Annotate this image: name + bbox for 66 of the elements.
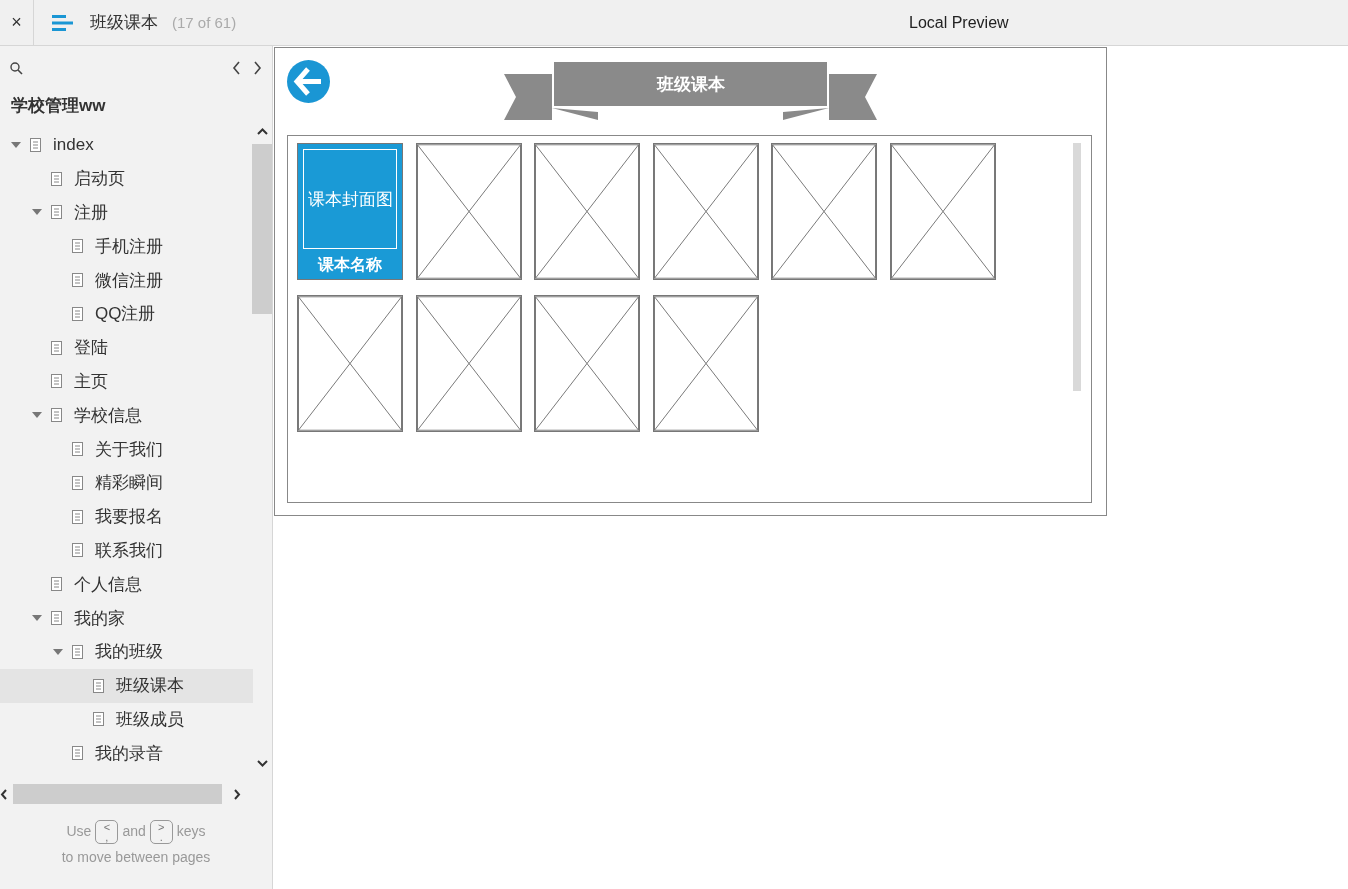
tree-item[interactable]: 微信注册 [0, 263, 253, 297]
scrollbar-thumb[interactable] [1073, 143, 1081, 391]
menu-icon[interactable] [52, 13, 74, 32]
page-icon [93, 678, 104, 693]
scroll-left-icon[interactable] [0, 788, 8, 800]
tree-item[interactable]: 学校信息 [0, 398, 253, 433]
key-label: , [105, 832, 109, 843]
scroll-down-icon[interactable] [257, 760, 268, 767]
expanded-caret-icon[interactable] [53, 646, 63, 657]
page-icon [51, 340, 62, 355]
tree-item[interactable]: 联系我们 [0, 533, 253, 568]
page-icon [72, 644, 83, 659]
page-icon [72, 239, 83, 254]
hint-text: to move between pages [60, 848, 212, 868]
search-icon[interactable] [10, 61, 23, 75]
hint-text: Use [66, 823, 92, 839]
tree-item[interactable]: 关于我们 [0, 432, 253, 466]
tree-item[interactable]: 我的家 [0, 601, 253, 635]
tree-item[interactable]: QQ注册 [0, 297, 253, 331]
project-title: 学校管理ww [10, 95, 107, 117]
tree-item[interactable]: 个人信息 [0, 567, 253, 602]
tree-item[interactable]: 主页 [0, 364, 253, 399]
previous-page-icon[interactable] [232, 61, 241, 75]
scrollbar-thumb[interactable] [13, 784, 222, 804]
tree-item[interactable]: 手机注册 [0, 229, 253, 264]
key-label: . [159, 832, 163, 843]
scroll-right-icon[interactable] [233, 788, 241, 800]
page-icon [72, 442, 83, 457]
page-icon [51, 205, 62, 220]
scroll-up-icon[interactable] [257, 128, 268, 135]
page-icon [72, 273, 83, 288]
page-icon [72, 746, 83, 761]
expanded-caret-icon[interactable] [11, 139, 21, 150]
next-page-icon[interactable] [253, 61, 262, 75]
page-icon [30, 137, 41, 152]
key-label: < [103, 822, 111, 833]
tree-item[interactable]: 注册 [0, 195, 253, 230]
page-title: 班级课本 [90, 12, 158, 34]
scrollbar-thumb[interactable] [252, 144, 272, 314]
tree-item[interactable]: 登陆 [0, 330, 253, 365]
page-icon [72, 306, 83, 321]
page-icon [51, 577, 62, 592]
page-icon [72, 509, 83, 524]
tree-item[interactable]: 我的班级 [0, 634, 253, 669]
tree-item[interactable]: 我要报名 [0, 499, 253, 534]
hint-text: and [122, 823, 146, 839]
preview-label: Local Preview [909, 14, 1009, 32]
close-button[interactable]: × [0, 0, 34, 45]
tree-item[interactable]: 我的录音 [0, 736, 253, 771]
page-count: (17 of 61) [172, 14, 237, 31]
tree-item[interactable]: 班级成员 [0, 702, 253, 737]
page-icon [93, 712, 104, 727]
tree-item[interactable]: 班级课本 [0, 668, 253, 703]
page-icon [51, 171, 62, 186]
cover-text: 课本封面图 [303, 149, 397, 249]
tree-item[interactable]: 启动页 [0, 161, 253, 196]
page-icon [51, 611, 62, 626]
page-icon [72, 543, 83, 558]
tree-item[interactable]: index [0, 128, 253, 162]
page-icon [72, 475, 83, 490]
book-name: 课本名称 [318, 255, 382, 275]
hint-text: keys [176, 823, 206, 839]
key-label: > [158, 822, 165, 833]
page-icon [51, 408, 62, 423]
page-icon [51, 374, 62, 389]
tree-item[interactable]: 精彩瞬间 [0, 465, 253, 500]
